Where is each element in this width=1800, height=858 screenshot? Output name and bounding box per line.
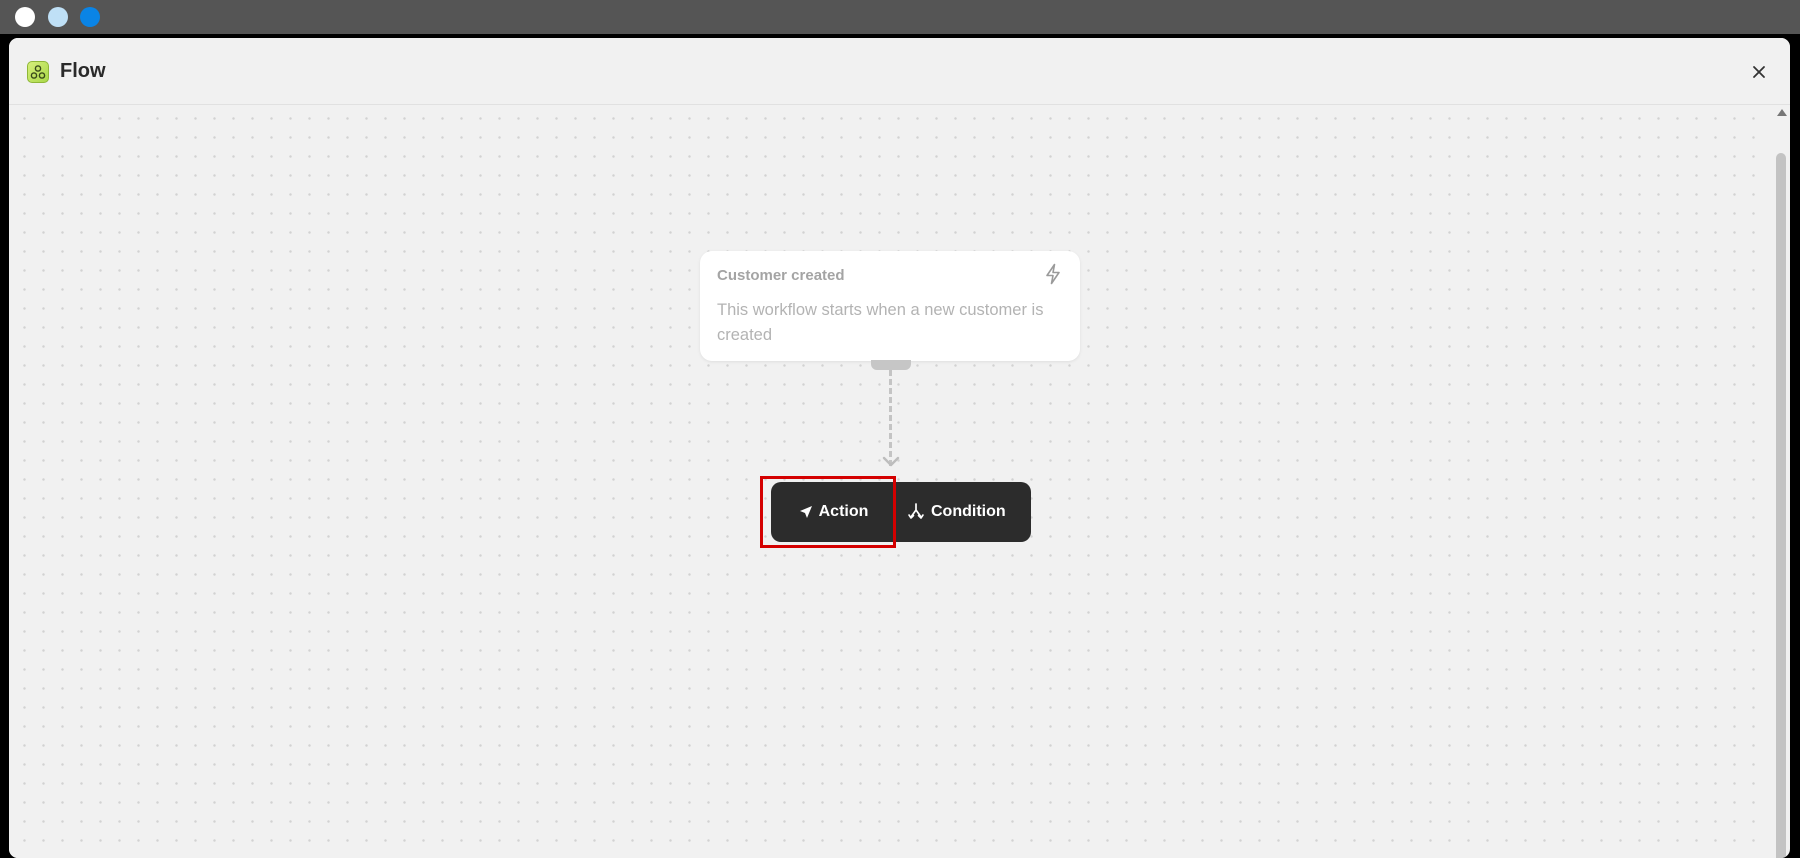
window-title: Flow	[60, 60, 106, 82]
window-minimize-dot[interactable]	[48, 7, 68, 27]
add-condition-label: Condition	[931, 503, 1006, 520]
connector-handle[interactable]	[871, 360, 911, 370]
branch-icon	[908, 503, 924, 519]
flow-window: Flow	[9, 38, 1790, 858]
vertical-scrollbar[interactable]	[1774, 105, 1788, 858]
window-close-dot[interactable]	[15, 7, 35, 27]
os-title-bar	[0, 0, 1800, 34]
scroll-thumb[interactable]	[1776, 153, 1786, 858]
add-condition-button[interactable]: Condition	[905, 482, 1022, 542]
lightning-bolt-icon	[1046, 263, 1060, 285]
close-icon	[1753, 66, 1765, 78]
connector-arrow-icon	[882, 456, 900, 467]
close-button[interactable]	[1746, 59, 1772, 85]
scroll-up-arrow-icon[interactable]	[1777, 109, 1787, 116]
connector-line	[889, 370, 892, 466]
trigger-title: Customer created	[717, 267, 845, 284]
highlight-annotation-box	[760, 476, 896, 548]
trigger-description: This workflow starts when a new customer…	[717, 301, 1044, 344]
window-header: Flow	[9, 38, 1790, 105]
trigger-card[interactable]: Customer created This workflow starts wh…	[700, 251, 1080, 361]
window-maximize-dot[interactable]	[80, 7, 100, 27]
flow-app-icon	[27, 61, 49, 83]
